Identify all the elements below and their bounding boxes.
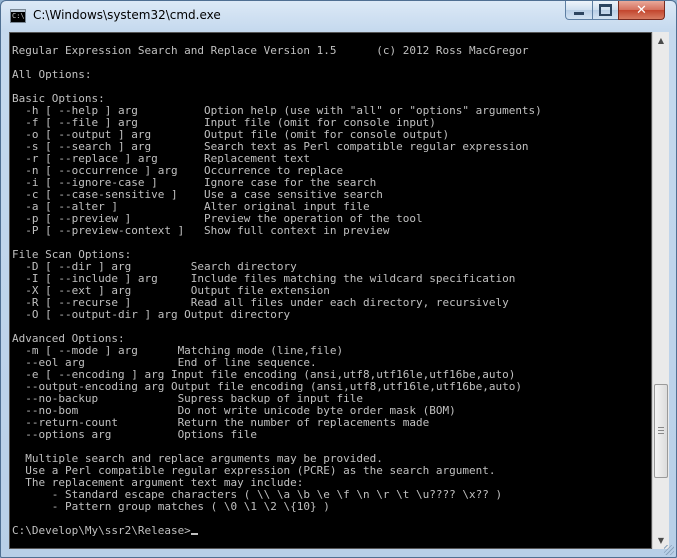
- grip-line: [658, 432, 664, 434]
- grip-line: [658, 429, 664, 431]
- console-line: -O [ --output-dir ] arg Output directory: [12, 308, 291, 321]
- console-line: All Options:: [12, 68, 92, 81]
- console-output[interactable]: Regular Expression Search and Replace Ve…: [9, 32, 652, 549]
- arrow-down-icon: ▼: [657, 536, 665, 545]
- close-icon: ✕: [636, 2, 647, 18]
- grip-line: [658, 426, 664, 428]
- maximize-icon: [599, 4, 612, 16]
- console-line: Regular Expression Search and Replace Ve…: [12, 44, 529, 57]
- scroll-up-button[interactable]: ▲: [653, 32, 669, 49]
- console-text: Regular Expression Search and Replace Ve…: [12, 45, 651, 537]
- resize-grip[interactable]: [664, 545, 674, 555]
- text-cursor: [190, 533, 198, 535]
- minimize-icon: [574, 12, 584, 15]
- console-line: -P [ --preview-context ] Show full conte…: [12, 224, 390, 237]
- arrow-up-icon: ▲: [657, 36, 665, 45]
- minimize-button[interactable]: [565, 1, 593, 20]
- title-bar[interactable]: C:\ C:\Windows\system32\cmd.exe ✕: [1, 1, 676, 31]
- window-title: C:\Windows\system32\cmd.exe: [33, 8, 221, 22]
- vertical-scrollbar[interactable]: ▲ ▼: [652, 32, 669, 549]
- console-line: --options arg Options file: [12, 428, 258, 441]
- console-window: C:\ C:\Windows\system32\cmd.exe ✕ Regula…: [0, 0, 677, 558]
- scrollbar-thumb[interactable]: [654, 383, 668, 478]
- console-line: C:\Develop\My\ssr2\Release>: [12, 525, 651, 537]
- cmd-icon[interactable]: C:\: [10, 9, 26, 23]
- console-line: - Pattern group matches ( \0 \1 \2 \{10}…: [12, 500, 330, 513]
- close-button[interactable]: ✕: [618, 1, 665, 20]
- maximize-button[interactable]: [592, 1, 619, 20]
